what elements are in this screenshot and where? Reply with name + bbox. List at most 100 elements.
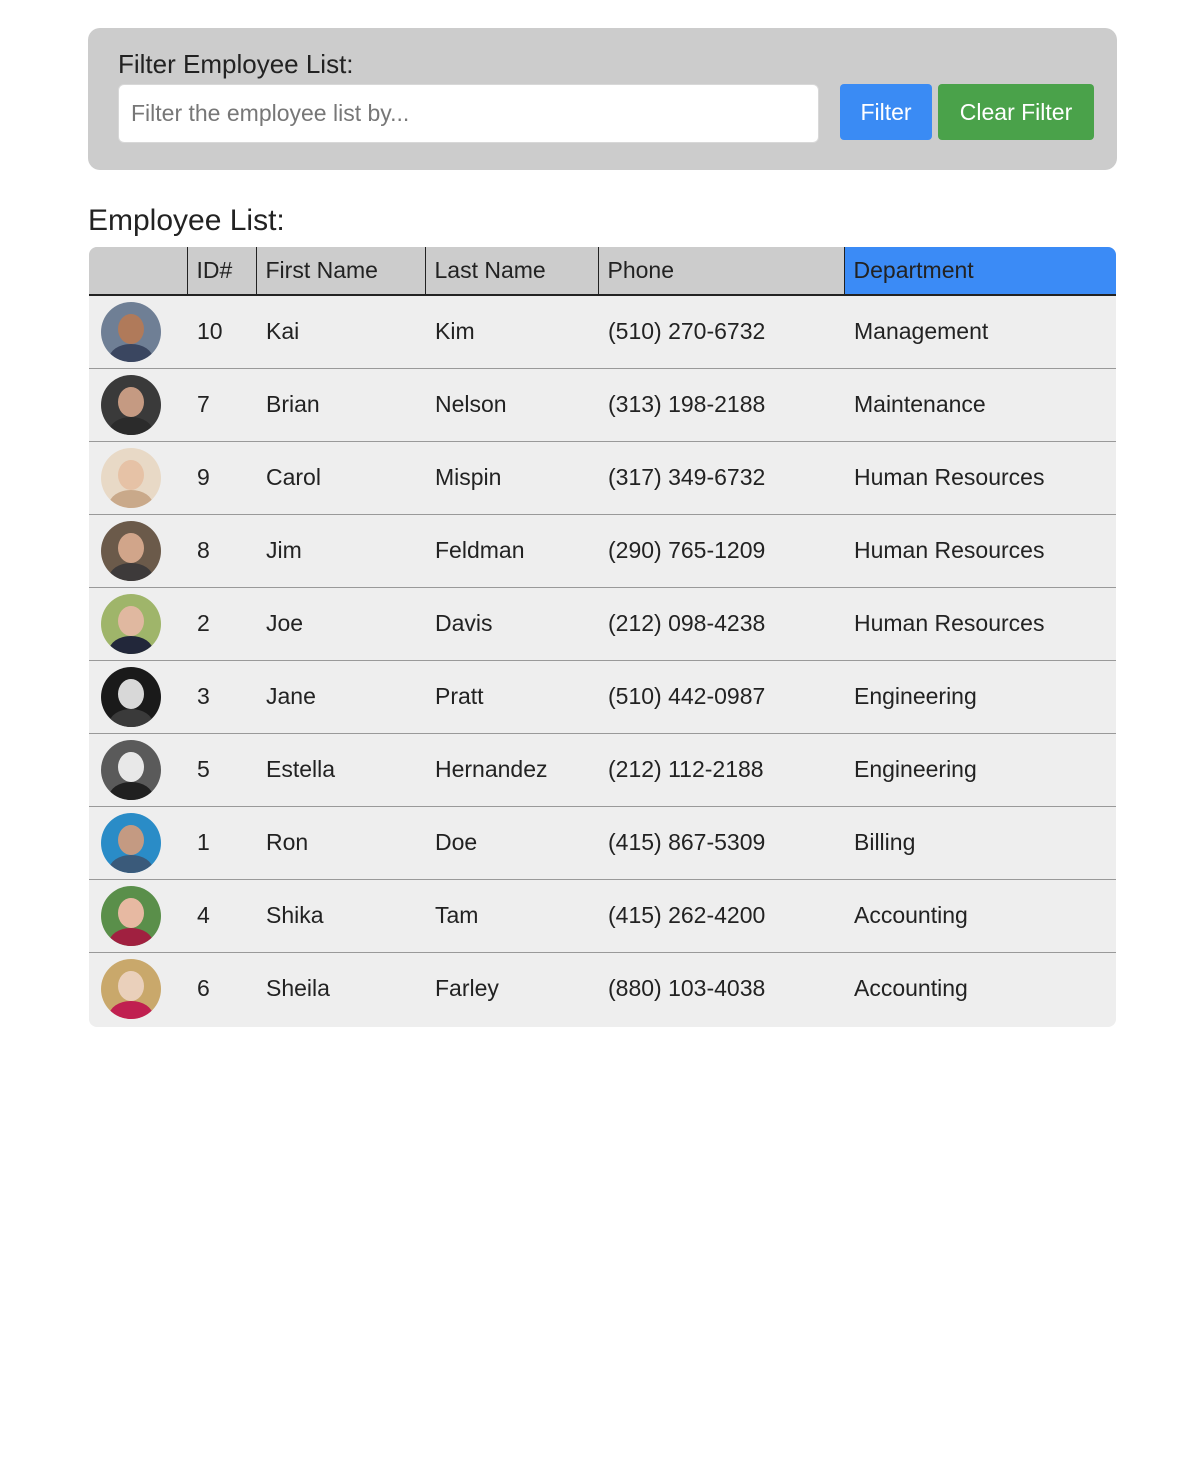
cell-phone: (212) 112-2188 [598, 733, 844, 807]
photo-cell [89, 879, 187, 953]
cell-phone: (510) 442-0987 [598, 660, 844, 734]
avatar-face [118, 313, 144, 344]
avatar-body [109, 854, 153, 873]
table-row: 10 Kai Kim (510) 270-6732 Management [89, 295, 1116, 369]
cell-department: Billing [844, 806, 1116, 880]
cell-phone: (415) 867-5309 [598, 806, 844, 880]
avatar-face [118, 678, 144, 709]
photo-cell [89, 660, 187, 734]
photo-cell [89, 441, 187, 515]
header-id[interactable]: ID# [187, 247, 257, 296]
photo-cell [89, 368, 187, 442]
cell-id: 1 [187, 806, 256, 880]
avatar-face [118, 824, 144, 855]
avatar-body [109, 927, 153, 946]
avatar [101, 301, 161, 362]
header-phone[interactable]: Phone [598, 247, 845, 296]
avatar [101, 885, 161, 946]
avatar-body [109, 416, 153, 435]
cell-last-name: Kim [425, 295, 598, 369]
cell-first-name: Sheila [266, 975, 330, 1002]
cell-first-name: Kai [256, 295, 425, 369]
cell-phone: (510) 270-6732 [598, 295, 844, 369]
cell-department: Management [844, 295, 1116, 369]
cell-last-name: Mispin [425, 441, 598, 515]
avatar-face [118, 605, 144, 636]
cell-department: Accounting [854, 975, 968, 1002]
cell-phone: (880) 103-4038 [608, 975, 766, 1002]
avatar-body [109, 343, 153, 362]
avatar [101, 739, 161, 800]
table-row: 5 Estella Hernandez (212) 112-2188 Engineeri… [89, 733, 1116, 807]
avatar-body [109, 708, 153, 727]
cell-last-name: Farley [435, 975, 499, 1002]
avatar-body [109, 1000, 153, 1019]
filter-button[interactable]: Filter [840, 84, 932, 140]
cell-first-name: Ron [256, 806, 425, 880]
cell-first-name: Brian [256, 368, 425, 442]
cell-id: 4 [187, 879, 256, 953]
photo-cell [89, 806, 187, 880]
employee-table-container: ID# First Name Last Name Phone Departmen… [89, 247, 1116, 1027]
header-photo [89, 247, 188, 296]
avatar-face [118, 459, 144, 490]
cell-last-name: Nelson [425, 368, 598, 442]
cell-department: Human Resources [844, 441, 1116, 515]
cell-id: 7 [187, 368, 256, 442]
avatar [101, 374, 161, 435]
cell-phone: (415) 262-4200 [598, 879, 844, 953]
cell-last-name: Feldman [425, 514, 598, 588]
cell-id: 9 [187, 441, 256, 515]
table-row: 7 Brian Nelson (313) 198-2188 Maintenance [89, 368, 1116, 442]
table-body: 10 Kai Kim (510) 270-6732 Management 7 Brian Ne… [89, 295, 1116, 1025]
cell-first-name: Jim [256, 514, 425, 588]
cell-department: Engineering [844, 660, 1116, 734]
employee-table: ID# First Name Last Name Phone Departmen… [89, 247, 1116, 1025]
cell-last-name: Doe [425, 806, 598, 880]
cell-first-name: Carol [256, 441, 425, 515]
avatar-face [118, 386, 144, 417]
cell-id: 8 [187, 514, 256, 588]
employee-list-title: Employee List: [88, 204, 285, 237]
avatar-body [109, 635, 153, 654]
header-department[interactable]: Department [844, 247, 1116, 296]
avatar-face [118, 970, 144, 1001]
avatar-body [109, 562, 153, 581]
photo-cell [89, 952, 187, 1025]
filter-title: Filter Employee List: [118, 49, 354, 79]
avatar [101, 593, 161, 654]
filter-input[interactable] [118, 84, 819, 143]
cell-first-name: Estella [256, 733, 425, 807]
table-row: 2 Joe Davis (212) 098-4238 Human Resources [89, 587, 1116, 661]
photo-cell [89, 514, 187, 588]
header-first-name[interactable]: First Name [256, 247, 426, 296]
avatar-face [118, 897, 144, 928]
avatar [101, 520, 161, 581]
avatar [101, 666, 161, 727]
cell-department: Human Resources [844, 587, 1116, 661]
cell-id: 3 [187, 660, 256, 734]
photo-cell [89, 733, 187, 807]
photo-cell [89, 587, 187, 661]
cell-department: Human Resources [844, 514, 1116, 588]
table-row: 6 Sheila Farley (880) 103-4038 Accounting [89, 952, 1116, 1025]
cell-department: Engineering [844, 733, 1116, 807]
cell-phone: (317) 349-6732 [598, 441, 844, 515]
cell-first-name: Shika [256, 879, 425, 953]
filter-panel: Filter Employee List: Filter Clear Filte… [88, 28, 1117, 170]
cell-last-name: Tam [425, 879, 598, 953]
avatar-body [109, 489, 153, 508]
header-last-name[interactable]: Last Name [425, 247, 599, 296]
avatar [101, 958, 161, 1019]
cell-id: 10 [187, 295, 256, 369]
table-row: 8 Jim Feldman (290) 765-1209 Human Resources [89, 514, 1116, 588]
cell-id: 6 [197, 975, 210, 1002]
cell-last-name: Pratt [425, 660, 598, 734]
avatar [101, 447, 161, 508]
avatar-body [109, 781, 153, 800]
table-row: 3 Jane Pratt (510) 442-0987 Engineering [89, 660, 1116, 734]
avatar [101, 812, 161, 873]
table-row: 9 Carol Mispin (317) 349-6732 Human Resource… [89, 441, 1116, 515]
clear-filter-button[interactable]: Clear Filter [938, 84, 1094, 140]
table-header-row: ID# First Name Last Name Phone Departmen… [89, 247, 1116, 296]
